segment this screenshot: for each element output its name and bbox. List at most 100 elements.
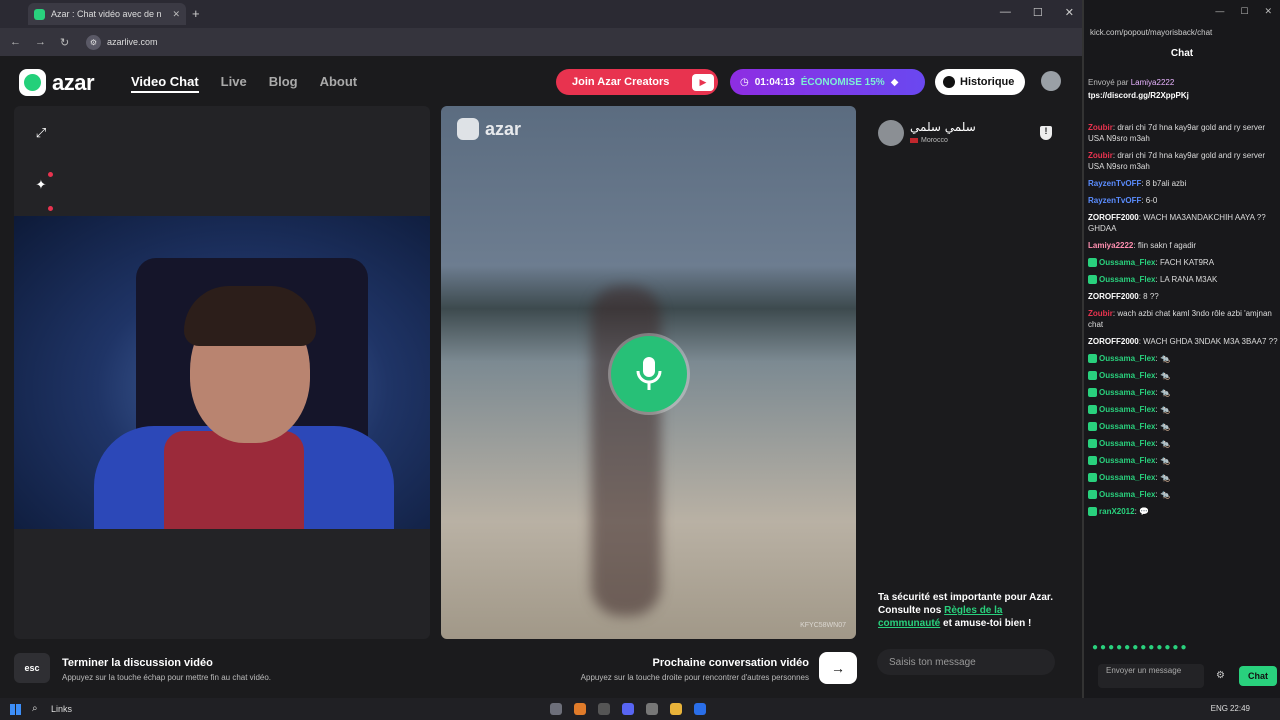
links-label[interactable]: Links [51, 704, 72, 714]
user-badge-icon [1088, 439, 1097, 449]
forward-icon[interactable]: → [35, 36, 46, 48]
peer-video-panel: azar KFYC58WN07 [441, 106, 856, 639]
message-input[interactable]: Saisis ton message [877, 649, 1055, 675]
close-window-icon[interactable]: ✕ [1264, 6, 1272, 17]
minimize-icon[interactable]: — [1000, 6, 1011, 19]
user-badge-icon [1088, 456, 1097, 466]
chat-username[interactable]: Oussama_Flex [1099, 354, 1155, 363]
pinned-user[interactable]: Lamiya2222 [1131, 78, 1175, 87]
discord-icon[interactable] [622, 703, 634, 715]
minimize-icon[interactable]: — [1215, 6, 1224, 17]
close-window-icon[interactable]: ✕ [1065, 6, 1074, 19]
chat-username[interactable]: ZOROFF2000 [1088, 292, 1139, 301]
chat-input[interactable]: Envoyer un message [1098, 664, 1204, 688]
sparkle-effects-icon[interactable]: ✦ [30, 174, 52, 196]
chat-username[interactable]: Oussama_Flex [1099, 258, 1155, 267]
user-badge-icon [1088, 371, 1097, 381]
chat-text: 🐀 [1159, 422, 1170, 431]
user-avatar[interactable] [1041, 71, 1061, 91]
microphone-icon [611, 336, 687, 412]
keyboard-app-icon[interactable] [550, 703, 562, 715]
chat-username[interactable]: Oussama_Flex [1099, 371, 1155, 380]
creators-label: Join Azar Creators [572, 76, 670, 88]
chat-text: 🐀 [1159, 405, 1170, 414]
app-icon[interactable] [574, 703, 586, 715]
chrome-icon[interactable] [670, 703, 682, 715]
chat-username[interactable]: ZOROFF2000 [1088, 337, 1139, 346]
user-badge-icon [1088, 507, 1097, 517]
new-tab-icon[interactable]: + [192, 6, 200, 21]
app-icon[interactable] [598, 703, 610, 715]
user-badge-icon [1088, 490, 1097, 500]
self-camera-feed [14, 216, 430, 529]
app-icon[interactable] [646, 703, 658, 715]
chat-username[interactable]: Oussama_Flex [1099, 422, 1155, 431]
chat-username[interactable]: RayzenTvOFF [1088, 196, 1141, 205]
chat-username[interactable]: Zoubir [1088, 151, 1113, 160]
url-text: azarlive.com [107, 37, 158, 47]
chat-message: ZOROFF2000: WACH GHDA 3NDAK M3A 3BAA7 ?? [1088, 337, 1278, 346]
user-badge-icon [1088, 473, 1097, 483]
chat-username[interactable]: Oussama_Flex [1099, 473, 1155, 482]
next-chat-hint: Appuyez sur la touche droite pour rencon… [580, 673, 809, 682]
chat-text: 🐀 [1159, 456, 1170, 465]
chat-username[interactable]: ZOROFF2000 [1088, 213, 1139, 222]
address-bar[interactable]: ⚙ azarlive.com [86, 33, 158, 51]
join-creators-button[interactable]: Join Azar Creators ▶ [556, 69, 718, 95]
chrome-active-icon[interactable] [694, 703, 706, 715]
chat-text: 🐀 [1159, 388, 1170, 397]
search-icon[interactable]: ⌕ [32, 703, 38, 714]
reload-icon[interactable]: ↻ [60, 36, 69, 49]
country-label: Morocco [921, 137, 948, 144]
chat-username[interactable]: ranX2012 [1099, 507, 1135, 516]
chat-message: Oussama_Flex: 🐀 [1088, 438, 1278, 449]
chat-username[interactable]: RayzenTvOFF [1088, 179, 1141, 188]
chat-message: RayzenTvOFF: 8 b7ali azbi [1088, 179, 1187, 188]
chat-username[interactable]: Lamiya2222 [1088, 241, 1133, 250]
chat-message: RayzenTvOFF: 6-0 [1088, 196, 1158, 205]
morocco-flag-icon [910, 138, 918, 143]
history-button[interactable]: Historique [935, 69, 1025, 95]
report-shield-icon[interactable]: ! [1040, 126, 1052, 140]
nav-blog[interactable]: Blog [269, 74, 298, 93]
promo-button[interactable]: ◷ 01:04:13 ÉCONOMISE 15% ◆ [730, 69, 925, 95]
chat-username[interactable]: Oussama_Flex [1099, 490, 1155, 499]
nav-video-chat[interactable]: Video Chat [131, 74, 199, 93]
windows-start-icon[interactable] [10, 704, 21, 715]
chat-username[interactable]: Oussama_Flex [1099, 439, 1155, 448]
expand-icon[interactable]: ⤢ [30, 122, 52, 144]
emote-bar[interactable]: ●●●●●●●●●●●● [1092, 642, 1188, 653]
user-badge-icon [1088, 405, 1097, 415]
chat-username[interactable]: Zoubir [1088, 309, 1113, 318]
maximize-icon[interactable]: ☐ [1033, 6, 1043, 19]
chat-username[interactable]: Oussama_Flex [1099, 456, 1155, 465]
maximize-icon[interactable]: ☐ [1240, 6, 1248, 17]
lang-indicator[interactable]: ENG [1211, 704, 1228, 713]
nav-about[interactable]: About [320, 74, 358, 93]
notification-dot [48, 172, 53, 177]
chat-messages: Zoubir: drari chi 7d hna kay9ar gold and… [1088, 122, 1278, 622]
chat-username[interactable]: Oussama_Flex [1099, 388, 1155, 397]
kick-chat-window: — ☐ ✕ kick.com/popout/mayorisback/chat C… [1082, 0, 1280, 698]
gear-icon[interactable]: ⚙ [1216, 670, 1225, 681]
site-info-icon[interactable]: ⚙ [86, 34, 101, 50]
close-tab-icon[interactable]: ✕ [172, 9, 180, 20]
azar-logo[interactable]: azar [19, 69, 95, 96]
next-arrow-button[interactable]: → [819, 652, 857, 684]
chat-username[interactable]: Oussama_Flex [1099, 405, 1155, 414]
camera-scene-stripe [164, 431, 304, 529]
chat-text: 🐀 [1159, 490, 1170, 499]
peer-info-panel: سلمي سلمي Morocco ! Ta sécurité est impo… [868, 106, 1064, 639]
peer-avatar[interactable] [878, 120, 904, 146]
nav-live[interactable]: Live [221, 74, 247, 93]
main-nav: Video Chat Live Blog About [131, 74, 357, 93]
chat-username[interactable]: Zoubir [1088, 123, 1113, 132]
chat-username[interactable]: Oussama_Flex [1099, 275, 1155, 284]
chat-message: Oussama_Flex: 🐀 [1088, 370, 1278, 381]
esc-key-button[interactable]: esc [14, 653, 50, 683]
user-badge-icon [1088, 422, 1097, 432]
chat-send-button[interactable]: Chat [1239, 666, 1277, 686]
pinned-link[interactable]: tps://discord.gg/R2XppPKj [1088, 91, 1276, 100]
back-icon[interactable]: ← [10, 36, 21, 48]
browser-tab[interactable]: Azar : Chat vidéo avec de n ✕ [28, 3, 186, 25]
